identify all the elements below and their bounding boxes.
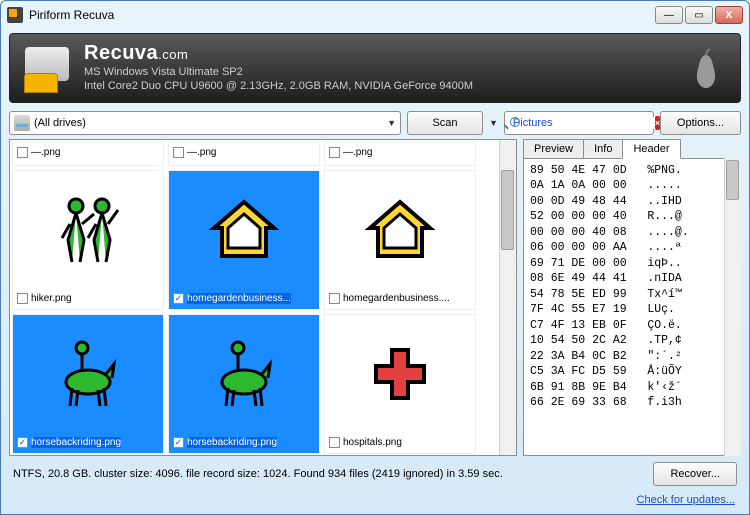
file-checkbox[interactable] (329, 147, 340, 158)
file-item[interactable]: —.png (12, 142, 164, 166)
file-name: horsebackriding.png (31, 437, 121, 448)
filter-box[interactable]: × ▼ (504, 111, 654, 135)
file-name: hiker.png (31, 293, 72, 304)
hiker-icon (48, 190, 128, 270)
file-checkbox[interactable] (173, 147, 184, 158)
file-checkbox[interactable] (173, 437, 184, 448)
tab-header[interactable]: Header (622, 139, 680, 159)
header-banner: Recuva.com MS Windows Vista Ultimate SP2… (9, 33, 741, 103)
scan-button[interactable]: Scan (407, 111, 483, 135)
tab-preview[interactable]: Preview (523, 139, 584, 158)
file-name: —.png (343, 147, 372, 158)
file-item[interactable]: —.png (324, 142, 476, 166)
horse-icon (48, 334, 128, 414)
thumbnail (169, 315, 319, 433)
horse-icon (204, 334, 284, 414)
content-area: —.png —.png —.png (1, 139, 749, 456)
side-pane: Preview Info Header 89 50 4E 47 0D %PNG.… (523, 139, 741, 456)
file-name: horsebackriding.png (187, 437, 277, 448)
toolbar: (All drives) ▼ Scan ▼ × ▼ Options... (1, 107, 749, 139)
file-name: homegardenbusiness.... (343, 293, 450, 304)
file-list-pane[interactable]: —.png —.png —.png (9, 139, 517, 456)
minimize-button[interactable]: — (655, 6, 683, 24)
brand-title: Recuva.com (84, 42, 473, 65)
house-icon (204, 190, 284, 270)
file-name: —.png (31, 147, 60, 158)
scan-dropdown-arrow[interactable]: ▼ (489, 118, 498, 128)
file-name: homegardenbusiness... (187, 293, 291, 304)
file-item[interactable]: horsebackriding.png (168, 314, 320, 454)
system-line-2: Intel Core2 Duo CPU U9600 @ 2.13GHz, 2.0… (84, 79, 473, 93)
titlebar[interactable]: Piriform Recuva — ▭ X (1, 1, 749, 29)
file-checkbox[interactable] (17, 437, 28, 448)
file-grid: —.png —.png —.png (10, 140, 516, 456)
hex-view[interactable]: 89 50 4E 47 0D %PNG. 0A 1A 0A 00 00 ....… (523, 158, 741, 456)
thumbnail (13, 315, 163, 433)
system-line-1: MS Windows Vista Ultimate SP2 (84, 65, 473, 79)
file-scrollbar[interactable] (499, 140, 516, 455)
scrollbar-thumb[interactable] (501, 170, 514, 250)
window-title: Piriform Recuva (29, 8, 655, 22)
maximize-button[interactable]: ▭ (685, 6, 713, 24)
app-icon (7, 7, 23, 23)
brand-main: Recuva (84, 42, 158, 64)
footer: Check for updates... (1, 492, 749, 514)
file-checkbox[interactable] (17, 293, 28, 304)
file-name: hospitals.png (343, 437, 402, 448)
file-checkbox[interactable] (17, 147, 28, 158)
file-item[interactable]: —.png (168, 142, 320, 166)
file-item[interactable]: horsebackriding.png (12, 314, 164, 454)
status-bar: NTFS, 20.8 GB. cluster size: 4096. file … (1, 456, 749, 492)
file-checkbox[interactable] (329, 293, 340, 304)
thumbnail (325, 171, 475, 289)
chevron-down-icon: ▼ (387, 118, 396, 128)
recover-button[interactable]: Recover... (653, 462, 737, 486)
close-button[interactable]: X (715, 6, 743, 24)
drive-icon (14, 115, 30, 131)
file-name: —.png (187, 147, 216, 158)
brand-suffix: .com (158, 47, 188, 62)
file-item[interactable]: hiker.png (12, 170, 164, 310)
drive-label: (All drives) (34, 117, 387, 129)
options-button[interactable]: Options... (660, 111, 741, 135)
pear-icon (688, 45, 724, 91)
file-item[interactable]: homegardenbusiness... (168, 170, 320, 310)
thumbnail (325, 315, 475, 433)
file-item[interactable]: homegardenbusiness.... (324, 170, 476, 310)
detail-tabs: Preview Info Header (523, 139, 741, 158)
drive-dropdown[interactable]: (All drives) ▼ (9, 111, 401, 135)
main-window: Piriform Recuva — ▭ X Recuva.com MS Wind… (0, 0, 750, 515)
file-checkbox[interactable] (173, 293, 184, 304)
thumbnail (169, 171, 319, 289)
file-item[interactable]: hospitals.png (324, 314, 476, 454)
check-updates-link[interactable]: Check for updates... (637, 494, 735, 506)
tab-info[interactable]: Info (583, 139, 623, 158)
file-checkbox[interactable] (329, 437, 340, 448)
recuva-logo (22, 43, 72, 93)
brand-text: Recuva.com MS Windows Vista Ultimate SP2… (84, 42, 473, 94)
house-icon (360, 190, 440, 270)
window-controls: — ▭ X (655, 6, 743, 24)
status-text: NTFS, 20.8 GB. cluster size: 4096. file … (13, 468, 643, 480)
thumbnail (13, 171, 163, 289)
hex-scrollbar[interactable] (724, 158, 741, 456)
filter-input[interactable] (513, 117, 655, 129)
cross-icon (360, 334, 440, 414)
scrollbar-thumb[interactable] (726, 160, 739, 200)
